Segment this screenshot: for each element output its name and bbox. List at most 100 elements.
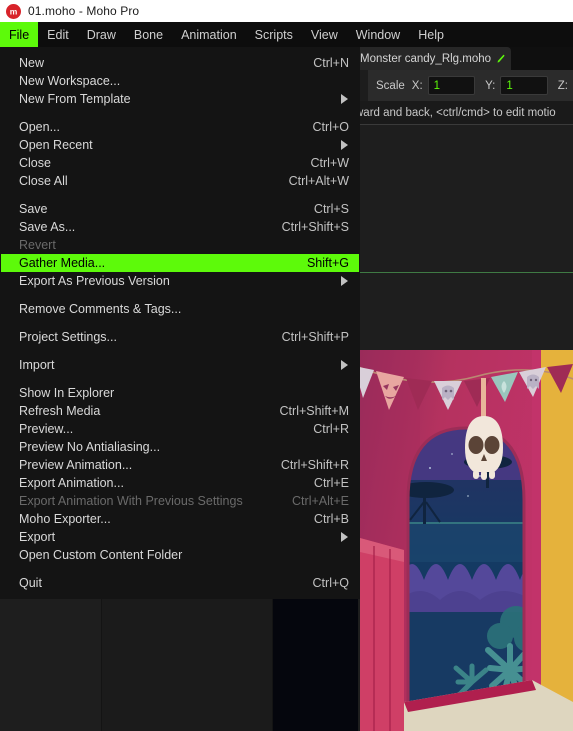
file-menu-popup[interactable]: New Ctrl+N New Workspace... New From Templa… [0,47,360,599]
document-tab-strip: Monster candy_Rlg.moho [358,47,573,70]
menu-item-remove-comments-tags[interactable]: Remove Comments & Tags... [1,300,359,318]
menu-item-gather-media[interactable]: Gather Media... Shift+G [1,254,359,272]
menu-item-shortcut: Ctrl+R [313,422,349,436]
menu-item-label: Refresh Media [19,404,101,418]
status-bar: ward and back, <ctrl/cmd> to edit motio [358,101,573,125]
menu-separator [1,190,359,200]
menu-item-label: Revert [19,238,56,252]
menubar-item-help[interactable]: Help [409,22,453,47]
menu-item-export[interactable]: Export [1,528,359,546]
menu-item-shortcut: Ctrl+E [313,476,349,490]
menu-item-export-animation-with-previous-settings: Export Animation With Previous Settings C… [1,492,359,510]
menu-item-shortcut: Ctrl+Alt+E [292,494,349,508]
menu-item-label: Moho Exporter... [19,512,111,526]
menu-item-label: Project Settings... [19,330,117,344]
menu-item-shortcut: Ctrl+Q [312,576,349,590]
menu-item-label: Open... [19,120,60,134]
submenu-arrow-icon [341,532,348,542]
menu-item-close[interactable]: Close Ctrl+W [1,154,359,172]
menu-item-save[interactable]: Save Ctrl+S [1,200,359,218]
tool-name-label: Scale [376,79,405,92]
menu-item-moho-exporter[interactable]: Moho Exporter... Ctrl+B [1,510,359,528]
submenu-arrow-icon [341,140,348,150]
menu-item-save-as[interactable]: Save As... Ctrl+Shift+S [1,218,359,236]
menu-item-shortcut: Ctrl+Alt+W [288,174,349,188]
window-title: 01.moho - Moho Pro [28,4,140,18]
menu-item-label: Export Animation With Previous Settings [19,494,243,508]
menu-item-label: Quit [19,576,42,590]
menubar-item-file[interactable]: File [0,22,39,47]
menu-separator [1,564,359,574]
menu-item-shortcut: Ctrl+Shift+S [281,220,349,234]
scale-y-input[interactable]: 1 [500,76,548,95]
document-tab[interactable]: Monster candy_Rlg.moho [358,47,512,70]
menu-item-label: Gather Media... [19,256,106,270]
menu-item-label: Preview... [19,422,74,436]
menu-item-shortcut: Ctrl+B [313,512,349,526]
menubar-item-scripts[interactable]: Scripts [246,22,302,47]
menubar-item-view[interactable]: View [302,22,347,47]
menu-item-shortcut: Ctrl+Shift+P [281,330,349,344]
menu-item-shortcut: Ctrl+S [313,202,349,216]
menu-item-label: Import [19,358,55,372]
moho-logo-icon: m [6,3,21,19]
menu-item-new-workspace[interactable]: New Workspace... [1,72,359,90]
menu-item-label: Close All [19,174,68,188]
scale-x-input[interactable]: 1 [427,76,476,95]
menu-item-label: Export Animation... [19,476,124,490]
menu-item-open[interactable]: Open... Ctrl+O [1,118,359,136]
menu-item-label: Preview No Antialiasing... [19,440,161,454]
scale-x-label: X: [411,79,423,92]
canvas-viewport[interactable] [358,125,573,731]
menu-item-shortcut: Ctrl+O [312,120,349,134]
selection-guide-line [358,272,573,273]
menu-item-label: Open Recent [19,138,93,152]
menubar-item-draw[interactable]: Draw [78,22,125,47]
menu-item-preview-animation[interactable]: Preview Animation... Ctrl+Shift+R [1,456,359,474]
menu-item-new-from-template[interactable]: New From Template [1,90,359,108]
menu-item-export-animation[interactable]: Export Animation... Ctrl+E [1,474,359,492]
menu-item-project-settings[interactable]: Project Settings... Ctrl+Shift+P [1,328,359,346]
menubar-item-animation[interactable]: Animation [172,22,246,47]
menu-separator [1,290,359,300]
menu-item-quit[interactable]: Quit Ctrl+Q [1,574,359,592]
submenu-arrow-icon [341,276,348,286]
menu-separator [1,108,359,118]
menu-item-label: Save [19,202,48,216]
pencil-icon[interactable] [496,54,505,64]
menu-item-import[interactable]: Import [1,356,359,374]
svg-text:m: m [10,6,18,16]
scale-z-label: Z: [557,79,568,92]
menu-item-export-as-previous-version[interactable]: Export As Previous Version [1,272,359,290]
submenu-arrow-icon [341,360,348,370]
moho-pro-window: m 01.moho - Moho Pro File Edit Draw Bone Ani… [0,0,573,731]
menu-item-label: Preview Animation... [19,458,133,472]
menubar-item-bone[interactable]: Bone [125,22,172,47]
canvas-artwork [360,350,573,731]
menu-separator [1,318,359,328]
menu-item-refresh-media[interactable]: Refresh Media Ctrl+Shift+M [1,402,359,420]
menu-separator [1,374,359,384]
menu-item-open-recent[interactable]: Open Recent [1,136,359,154]
menubar-item-window[interactable]: Window [347,22,409,47]
menu-item-new[interactable]: New Ctrl+N [1,54,359,72]
menu-item-show-in-explorer[interactable]: Show In Explorer [1,384,359,402]
menu-item-close-all[interactable]: Close All Ctrl+Alt+W [1,172,359,190]
title-bar: m 01.moho - Moho Pro [0,0,573,22]
document-tab-label: Monster candy_Rlg.moho [360,52,492,65]
menu-item-label: Save As... [19,220,76,234]
scale-x-value: 1 [433,79,441,92]
menu-bar: File Edit Draw Bone Animation Scripts View Wind… [0,22,573,47]
menu-item-label: Export As Previous Version [19,274,170,288]
menu-separator [1,346,359,356]
menu-item-label: New [19,56,45,70]
document-pane: Monster candy_Rlg.moho Scale X: 1 Y: 1 Z… [358,47,573,731]
menu-item-open-custom-content-folder[interactable]: Open Custom Content Folder [1,546,359,564]
menu-item-shortcut: Ctrl+Shift+R [280,458,349,472]
menu-item-preview[interactable]: Preview... Ctrl+R [1,420,359,438]
menu-item-label: New Workspace... [19,74,121,88]
menu-item-shortcut: Ctrl+N [313,56,349,70]
menubar-item-edit[interactable]: Edit [38,22,78,47]
submenu-arrow-icon [341,94,348,104]
menu-item-preview-no-antialiasing[interactable]: Preview No Antialiasing... [1,438,359,456]
